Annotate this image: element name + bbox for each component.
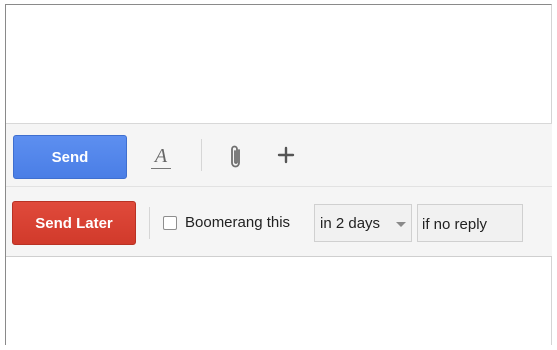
send-later-button[interactable]: Send Later <box>12 201 136 245</box>
boomerang-checkbox-label[interactable]: Boomerang this <box>185 214 290 231</box>
send-button[interactable]: Send <box>13 135 127 179</box>
chevron-down-icon <box>396 222 406 227</box>
boomerang-delay-select[interactable]: in 2 days <box>314 204 412 242</box>
boomerang-checkbox[interactable] <box>163 216 177 230</box>
boomerang-condition-value: if no reply <box>422 216 488 233</box>
send-button-label: Send <box>51 148 89 166</box>
paperclip-icon[interactable] <box>228 144 244 170</box>
boomerang-condition-field[interactable]: if no reply <box>417 204 523 242</box>
toolbar-divider <box>149 207 150 239</box>
boomerang-bar: Send Later Boomerang this in 2 days if n… <box>6 187 552 257</box>
boomerang-delay-value: in 2 days <box>320 215 381 232</box>
text-formatting-icon[interactable]: A <box>151 146 171 170</box>
toolbar-divider <box>201 139 202 171</box>
plus-icon[interactable] <box>276 145 296 165</box>
send-later-label: Send Later <box>35 214 113 232</box>
compose-toolbar: Send A <box>6 123 552 187</box>
